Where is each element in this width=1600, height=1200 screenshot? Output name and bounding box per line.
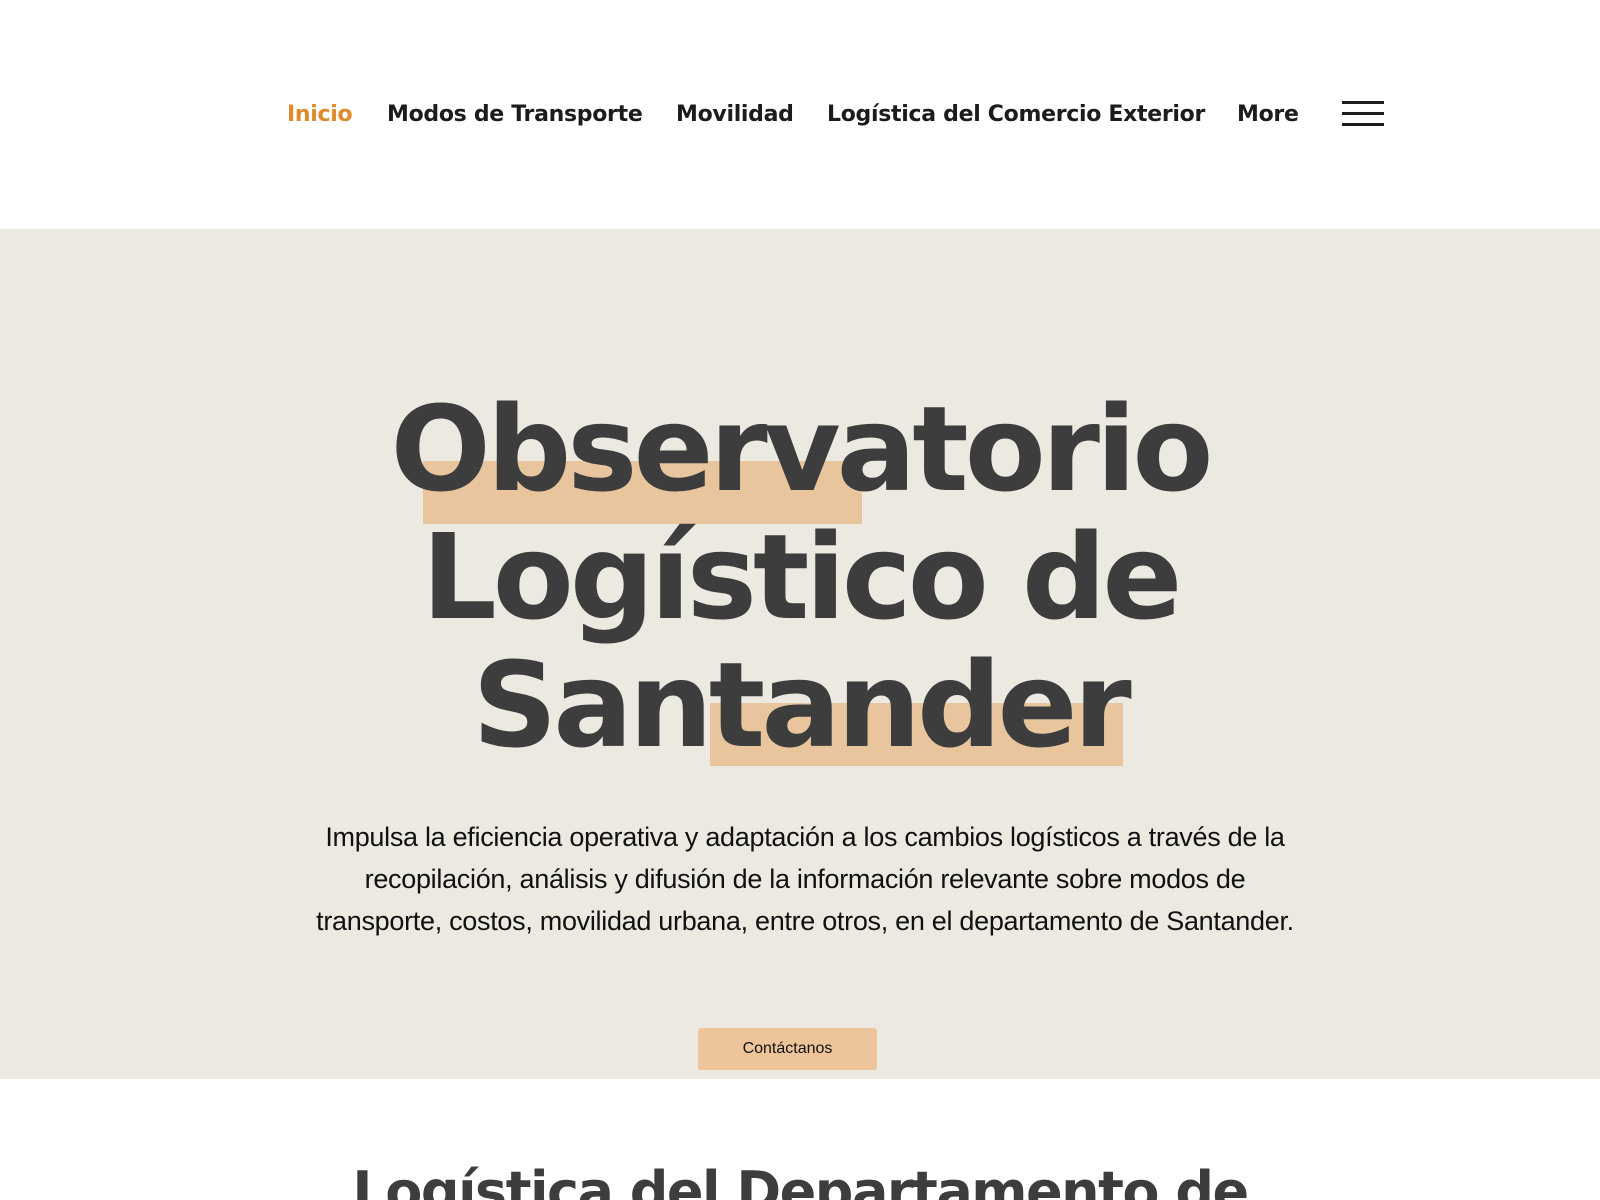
nav-item-logistica-comercio-exterior[interactable]: Logística del Comercio Exterior [827,95,1205,135]
hero-title-line-2: Logístico de [421,508,1183,646]
hero-title-line-1: Observatorio [390,380,1214,518]
menu-bar [1342,112,1384,115]
site-header: Inicio Modos de Transporte Movilidad Log… [0,0,1600,229]
hero-description: Impulsa la eficiencia operativa y adapta… [316,822,1294,936]
hamburger-menu-icon[interactable] [1342,100,1384,130]
nav-item-more[interactable]: More [1237,95,1299,135]
department-section: Logística del Departamento de [0,1079,1600,1200]
hero-title: Observatorio Logístico de Santander [300,385,1300,769]
nav-item-movilidad[interactable]: Movilidad [676,95,794,135]
hero-title-line-3: Santander [472,636,1131,774]
contact-button[interactable]: Contáctanos [698,1028,877,1070]
nav-item-modos-de-transporte[interactable]: Modos de Transporte [387,95,643,135]
menu-bar [1342,101,1384,104]
nav-item-inicio[interactable]: Inicio [287,95,353,135]
menu-bar [1342,123,1384,126]
section-title: Logística del Departamento de [352,1160,1249,1200]
